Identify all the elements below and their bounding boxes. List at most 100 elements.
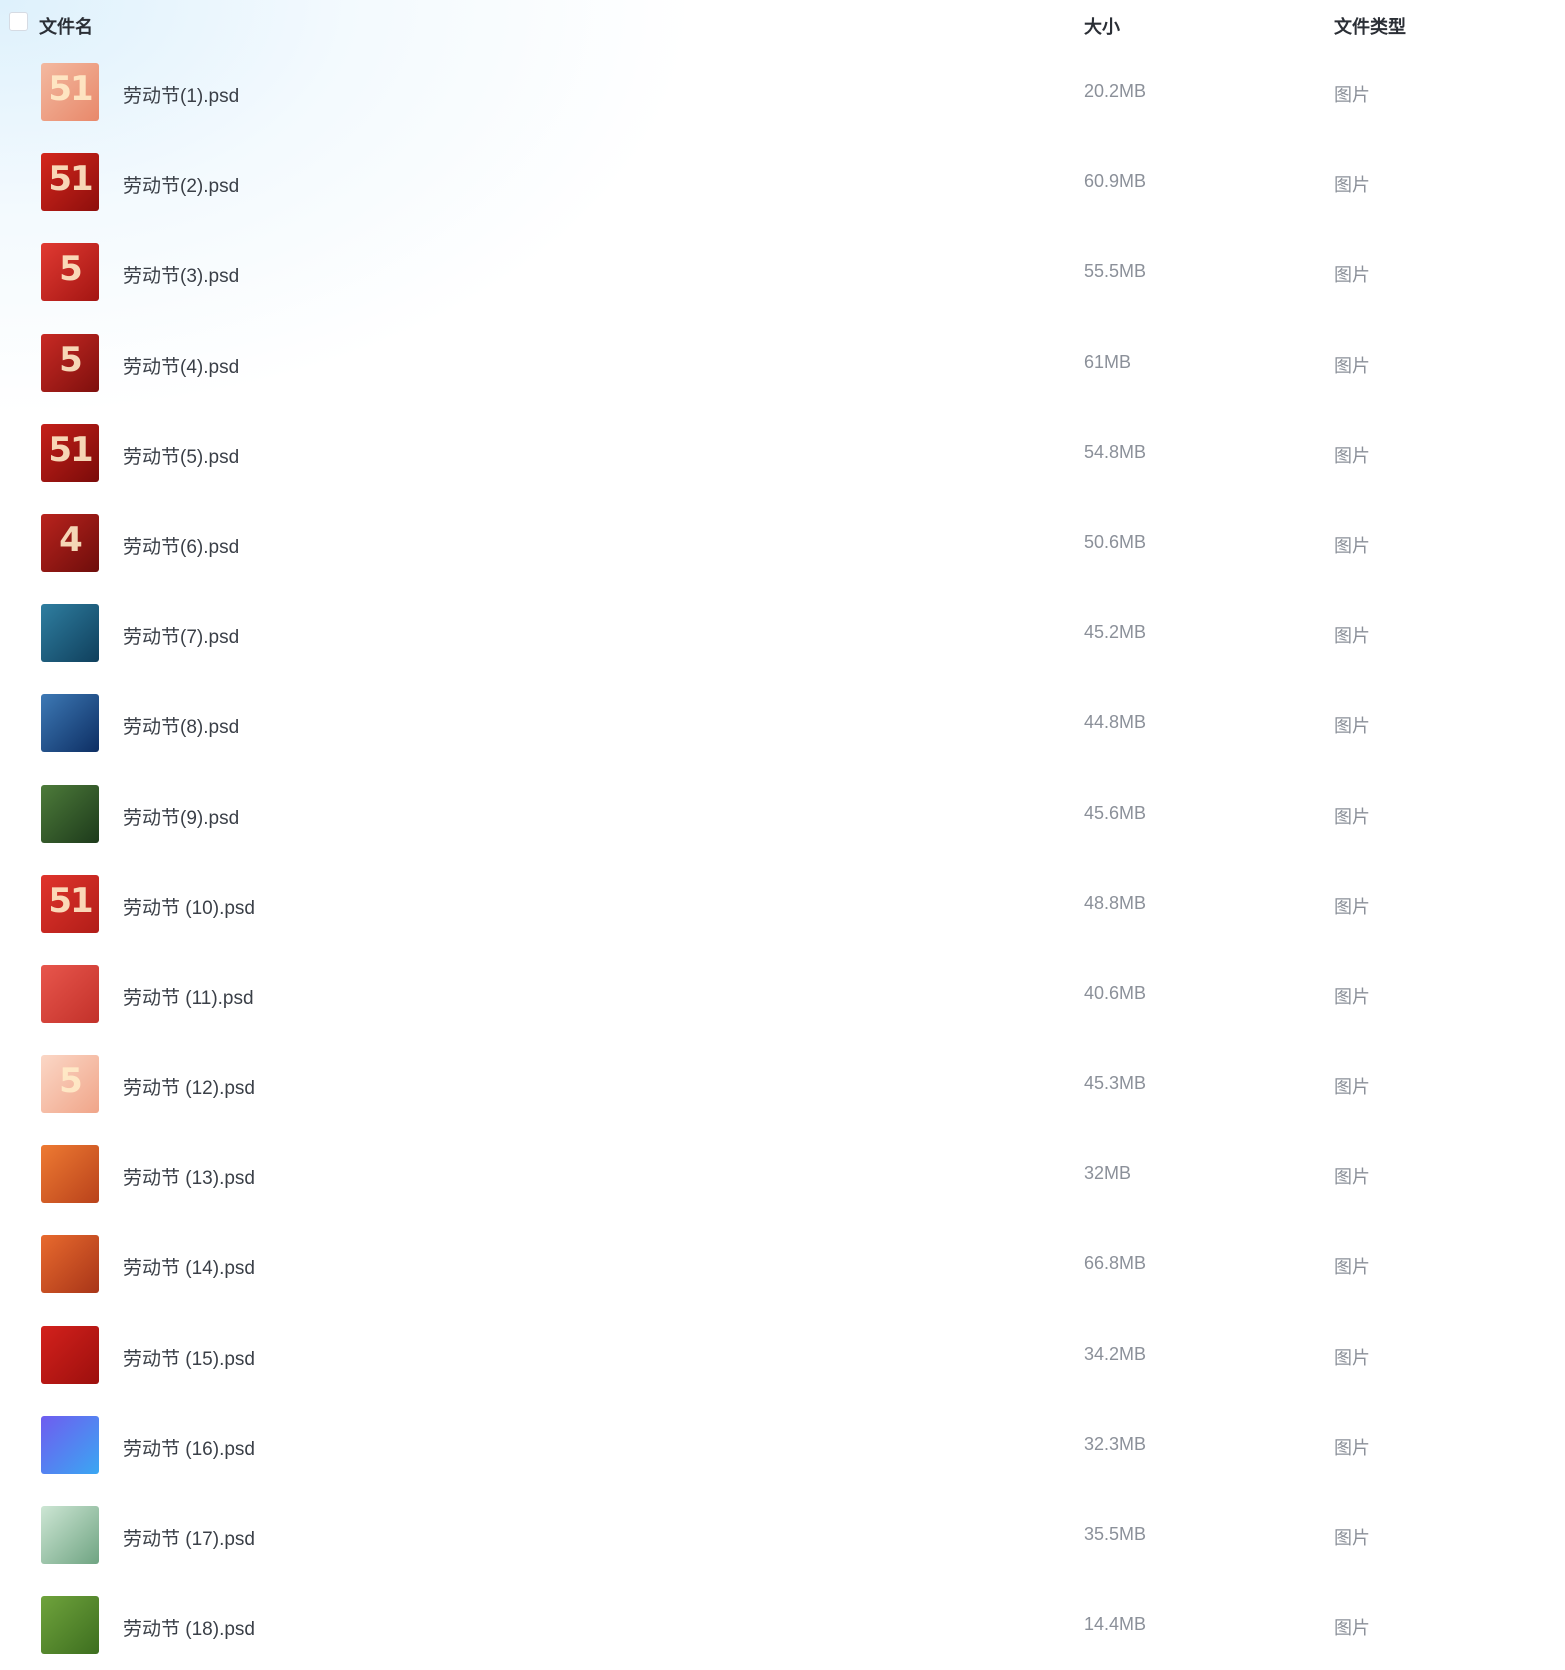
table-row[interactable]: 劳动节 (17).psd 35.5MB 图片 <box>0 1490 1565 1580</box>
file-size: 32MB <box>1084 1163 1132 1184</box>
file-size: 40.6MB <box>1084 982 1147 1003</box>
file-size: 44.8MB <box>1084 712 1147 733</box>
file-name[interactable]: 劳动节(4).psd <box>123 352 239 379</box>
table-row[interactable]: 劳动节 (14).psd 66.8MB 图片 <box>0 1219 1565 1309</box>
file-name[interactable]: 劳动节(2).psd <box>123 171 239 198</box>
table-row[interactable]: 劳动节 (16).psd 32.3MB 图片 <box>0 1400 1565 1490</box>
file-name[interactable]: 劳动节 (14).psd <box>123 1253 255 1280</box>
file-thumbnail[interactable] <box>41 964 99 1023</box>
file-thumbnail[interactable] <box>41 1596 99 1655</box>
file-name[interactable]: 劳动节 (13).psd <box>123 1163 255 1190</box>
file-name[interactable]: 劳动节 (11).psd <box>123 983 254 1010</box>
file-type: 图片 <box>1334 85 1370 105</box>
file-thumbnail[interactable] <box>41 604 99 663</box>
table-row[interactable]: 4 劳动节(6).psd 50.6MB 图片 <box>0 498 1565 588</box>
file-thumbnail[interactable] <box>41 694 99 753</box>
file-name[interactable]: 劳动节(6).psd <box>123 532 239 559</box>
file-size: 50.6MB <box>1084 531 1147 552</box>
table-row[interactable]: 劳动节 (11).psd 40.6MB 图片 <box>0 949 1565 1039</box>
table-row[interactable]: 劳动节(8).psd 44.8MB 图片 <box>0 678 1565 768</box>
file-thumbnail[interactable] <box>41 1506 99 1564</box>
file-thumbnail[interactable] <box>41 784 99 843</box>
file-name[interactable]: 劳动节 (15).psd <box>123 1344 255 1371</box>
file-size: 34.2MB <box>1084 1343 1147 1364</box>
file-size: 66.8MB <box>1084 1253 1147 1274</box>
file-type: 图片 <box>1334 806 1370 827</box>
file-name[interactable]: 劳动节(3).psd <box>123 261 239 288</box>
table-row[interactable]: 5 劳动节(4).psd 61MB 图片 <box>0 318 1565 408</box>
file-list: 51 劳动节(1).psd 20.2MB 图片 51 劳动节(2).psd 60.9MB 图片… <box>0 47 1565 1670</box>
thumbnail-graphic: 4 <box>59 519 83 560</box>
file-type: 图片 <box>1334 1077 1370 1098</box>
file-name[interactable]: 劳动节 (16).psd <box>123 1434 255 1461</box>
select-all-checkbox[interactable] <box>9 12 28 31</box>
table-row[interactable]: 劳动节 (18).psd 14.4MB 图片 <box>0 1580 1565 1670</box>
file-thumbnail[interactable]: 51 <box>41 153 99 212</box>
file-name[interactable]: 劳动节(8).psd <box>123 712 239 739</box>
table-row[interactable]: 51 劳动节(5).psd 54.8MB 图片 <box>0 408 1565 498</box>
file-table: 文件名 大小 文件类型 51 劳动节(1).psd 20.2MB 图片 51 劳动节(2)… <box>0 0 1565 1670</box>
file-size: 45.3MB <box>1084 1073 1147 1094</box>
file-type: 图片 <box>1334 716 1370 737</box>
file-type: 图片 <box>1334 1257 1370 1278</box>
file-size: 45.2MB <box>1084 622 1147 643</box>
file-size: 14.4MB <box>1084 1614 1147 1635</box>
file-size: 54.8MB <box>1084 441 1147 462</box>
file-thumbnail[interactable] <box>41 1145 99 1204</box>
file-thumbnail[interactable] <box>41 1325 99 1384</box>
file-name[interactable]: 劳动节(5).psd <box>123 442 239 469</box>
file-type: 图片 <box>1334 1167 1370 1188</box>
table-row[interactable]: 51 劳动节 (10).psd 48.8MB 图片 <box>0 859 1565 949</box>
table-row[interactable]: 51 劳动节(2).psd 60.9MB 图片 <box>0 137 1565 227</box>
file-name[interactable]: 劳动节 (10).psd <box>123 893 255 920</box>
table-row[interactable]: 5 劳动节(3).psd 55.5MB 图片 <box>0 227 1565 317</box>
file-type: 图片 <box>1334 1528 1370 1548</box>
file-type: 图片 <box>1334 1437 1370 1458</box>
column-header-name[interactable]: 文件名 <box>39 13 93 39</box>
file-type: 图片 <box>1334 1347 1370 1368</box>
file-name[interactable]: 劳动节(7).psd <box>123 622 239 649</box>
file-thumbnail[interactable] <box>41 1415 99 1474</box>
table-row[interactable]: 5 劳动节 (12).psd 45.3MB 图片 <box>0 1039 1565 1129</box>
thumbnail-graphic: 51 <box>48 880 93 921</box>
file-type: 图片 <box>1334 445 1370 466</box>
file-name[interactable]: 劳动节 (17).psd <box>123 1524 255 1551</box>
file-size: 20.2MB <box>1084 81 1147 101</box>
file-size: 45.6MB <box>1084 802 1147 823</box>
file-type: 图片 <box>1334 175 1370 196</box>
file-type: 图片 <box>1334 986 1370 1007</box>
table-row[interactable]: 51 劳动节(1).psd 20.2MB 图片 <box>0 47 1565 137</box>
file-type: 图片 <box>1334 626 1370 647</box>
file-thumbnail[interactable]: 51 <box>41 63 99 121</box>
file-size: 55.5MB <box>1084 261 1147 282</box>
file-type: 图片 <box>1334 1618 1370 1639</box>
file-thumbnail[interactable] <box>41 1235 99 1294</box>
thumbnail-graphic: 5 <box>59 1061 83 1102</box>
column-header-type[interactable]: 文件类型 <box>1334 13 1406 39</box>
table-row[interactable]: 劳动节 (13).psd 32MB 图片 <box>0 1129 1565 1219</box>
file-thumbnail[interactable]: 5 <box>41 333 99 392</box>
table-row[interactable]: 劳动节(9).psd 45.6MB 图片 <box>0 769 1565 859</box>
file-name[interactable]: 劳动节(1).psd <box>123 81 239 108</box>
file-name[interactable]: 劳动节 (18).psd <box>123 1614 255 1641</box>
file-size: 61MB <box>1084 351 1132 372</box>
table-row[interactable]: 劳动节(7).psd 45.2MB 图片 <box>0 588 1565 678</box>
file-thumbnail[interactable]: 51 <box>41 423 99 482</box>
thumbnail-graphic: 51 <box>48 159 93 200</box>
file-type: 图片 <box>1334 535 1370 556</box>
file-type: 图片 <box>1334 896 1370 917</box>
table-row[interactable]: 劳动节 (15).psd 34.2MB 图片 <box>0 1310 1565 1400</box>
thumbnail-graphic: 51 <box>48 429 93 470</box>
file-type: 图片 <box>1334 265 1370 286</box>
file-thumbnail[interactable]: 4 <box>41 513 99 572</box>
column-header-size[interactable]: 大小 <box>1084 13 1120 39</box>
file-size: 35.5MB <box>1084 1524 1147 1544</box>
thumbnail-graphic: 51 <box>48 69 93 109</box>
file-name[interactable]: 劳动节(9).psd <box>123 803 239 830</box>
file-name[interactable]: 劳动节 (12).psd <box>123 1073 255 1100</box>
file-thumbnail[interactable]: 5 <box>41 1055 99 1114</box>
thumbnail-graphic: 5 <box>59 249 83 290</box>
file-type: 图片 <box>1334 355 1370 376</box>
file-thumbnail[interactable]: 51 <box>41 874 99 933</box>
file-thumbnail[interactable]: 5 <box>41 243 99 302</box>
